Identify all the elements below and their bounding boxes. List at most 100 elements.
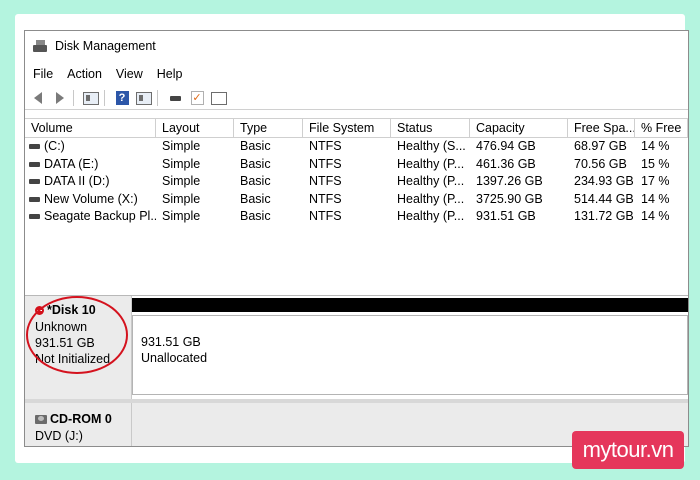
volume-list: Volume Layout Type File System Status Ca…	[25, 118, 688, 317]
table-row[interactable]: New Volume (X:) Simple Basic NTFS Health…	[25, 191, 688, 209]
column-header-file-system[interactable]: File System	[303, 119, 391, 137]
table-row[interactable]: DATA (E:) Simple Basic NTFS Healthy (P..…	[25, 156, 688, 174]
drive-icon	[29, 161, 40, 167]
list-icon	[211, 91, 227, 105]
help-button[interactable]: ?	[113, 90, 131, 106]
cdrom-icon	[35, 415, 47, 424]
volume-name: New Volume (X:)	[44, 191, 138, 206]
graphical-disk-view: *Disk 10 Unknown 931.51 GB Not Initializ…	[25, 295, 688, 446]
check-button[interactable]: ✓	[188, 90, 206, 106]
table-row[interactable]: DATA II (D:) Simple Basic NTFS Healthy (…	[25, 173, 688, 191]
disk-management-window: Disk Management File Action View Help ? …	[24, 30, 689, 447]
type-cell: Basic	[240, 174, 271, 189]
status-cell: Healthy (P...	[397, 174, 465, 189]
column-header-layout[interactable]: Layout	[156, 119, 234, 137]
layout-cell: Simple	[162, 209, 201, 224]
status-cell: Healthy (P...	[397, 156, 465, 171]
connect-button[interactable]	[166, 90, 184, 106]
menu-help[interactable]: Help	[149, 67, 189, 81]
disk-10-label[interactable]: *Disk 10 Unknown 931.51 GB Not Initializ…	[25, 296, 132, 399]
volume-name: DATA (E:)	[44, 156, 99, 171]
table-row[interactable]: Seagate Backup Pl... Simple Basic NTFS H…	[25, 208, 688, 226]
forward-button[interactable]	[51, 90, 69, 106]
percent-free-cell: 17 %	[641, 174, 670, 189]
highlight-circle	[26, 296, 128, 374]
capacity-cell: 3725.90 GB	[476, 191, 543, 206]
volume-list-header: Volume Layout Type File System Status Ca…	[25, 119, 688, 138]
volume-cell: Seagate Backup Pl...	[25, 208, 156, 225]
percent-free-cell: 14 %	[641, 139, 670, 154]
drive-icon	[29, 179, 40, 185]
drive-icon	[29, 196, 40, 202]
layout-cell: Simple	[162, 139, 201, 154]
volume-cell: DATA (E:)	[25, 156, 156, 173]
volume-cell: (C:)	[25, 138, 156, 155]
column-header-capacity[interactable]: Capacity	[470, 119, 568, 137]
toolbar-divider	[104, 90, 105, 106]
volume-cell: DATA II (D:)	[25, 173, 156, 190]
unallocated-bar	[132, 298, 688, 312]
properties-icon	[136, 91, 152, 105]
free-space-cell: 70.56 GB	[574, 156, 627, 171]
free-space-cell: 68.97 GB	[574, 139, 627, 154]
column-header-volume[interactable]: Volume	[25, 119, 156, 137]
unallocated-partition[interactable]: 931.51 GB Unallocated	[132, 315, 688, 395]
free-space-cell: 131.72 GB	[574, 209, 634, 224]
file-system-cell: NTFS	[309, 139, 342, 154]
column-header-status[interactable]: Status	[391, 119, 470, 137]
list-button[interactable]	[210, 90, 228, 106]
layout-cell: Simple	[162, 191, 201, 206]
cdrom-name: CD-ROM 0	[35, 412, 112, 426]
title-bar: Disk Management	[25, 31, 688, 61]
file-system-cell: NTFS	[309, 209, 342, 224]
status-cell: Healthy (S...	[397, 139, 466, 154]
partition-state: Unallocated	[141, 351, 208, 365]
capacity-cell: 1397.26 GB	[476, 174, 543, 189]
column-header-percent-free[interactable]: % Free	[635, 119, 688, 137]
column-header-type[interactable]: Type	[234, 119, 303, 137]
volume-name: Seagate Backup Pl...	[44, 209, 156, 224]
free-space-cell: 514.44 GB	[574, 191, 634, 206]
menu-action[interactable]: Action	[59, 67, 108, 81]
type-cell: Basic	[240, 209, 271, 224]
drive-icon	[29, 144, 40, 150]
disk-management-icon	[33, 40, 47, 52]
file-system-cell: NTFS	[309, 174, 342, 189]
capacity-cell: 461.36 GB	[476, 156, 536, 171]
drive-icon	[29, 214, 40, 220]
toolbar-divider	[157, 90, 158, 106]
status-cell: Healthy (P...	[397, 209, 465, 224]
back-button[interactable]	[29, 90, 47, 106]
console-tree-icon	[83, 91, 99, 105]
file-system-cell: NTFS	[309, 191, 342, 206]
console-tree-button[interactable]	[82, 90, 100, 106]
file-system-cell: NTFS	[309, 156, 342, 171]
menu-view[interactable]: View	[108, 67, 149, 81]
forward-icon	[56, 92, 64, 104]
table-row[interactable]: (C:) Simple Basic NTFS Healthy (S... 476…	[25, 138, 688, 156]
volume-name: DATA II (D:)	[44, 174, 110, 189]
properties-button[interactable]	[135, 90, 153, 106]
menu-bar: File Action View Help	[25, 64, 688, 84]
back-icon	[34, 92, 42, 104]
connect-icon	[169, 95, 181, 101]
status-cell: Healthy (P...	[397, 191, 465, 206]
partition-size: 931.51 GB	[141, 335, 201, 349]
type-cell: Basic	[240, 139, 271, 154]
volume-cell: New Volume (X:)	[25, 191, 156, 208]
percent-free-cell: 15 %	[641, 156, 670, 171]
capacity-cell: 476.94 GB	[476, 139, 536, 154]
percent-free-cell: 14 %	[641, 191, 670, 206]
check-icon: ✓	[190, 91, 204, 105]
watermark-logo: mytour.vn	[572, 431, 684, 469]
type-cell: Basic	[240, 191, 271, 206]
type-cell: Basic	[240, 156, 271, 171]
column-header-free-space[interactable]: Free Spa...	[568, 119, 635, 137]
menu-file[interactable]: File	[25, 67, 59, 81]
cdrom-title: CD-ROM 0	[50, 412, 112, 426]
layout-cell: Simple	[162, 174, 201, 189]
percent-free-cell: 14 %	[641, 209, 670, 224]
help-icon: ?	[115, 91, 129, 105]
capacity-cell: 931.51 GB	[476, 209, 536, 224]
cdrom-label[interactable]: CD-ROM 0 DVD (J:)	[25, 403, 132, 446]
